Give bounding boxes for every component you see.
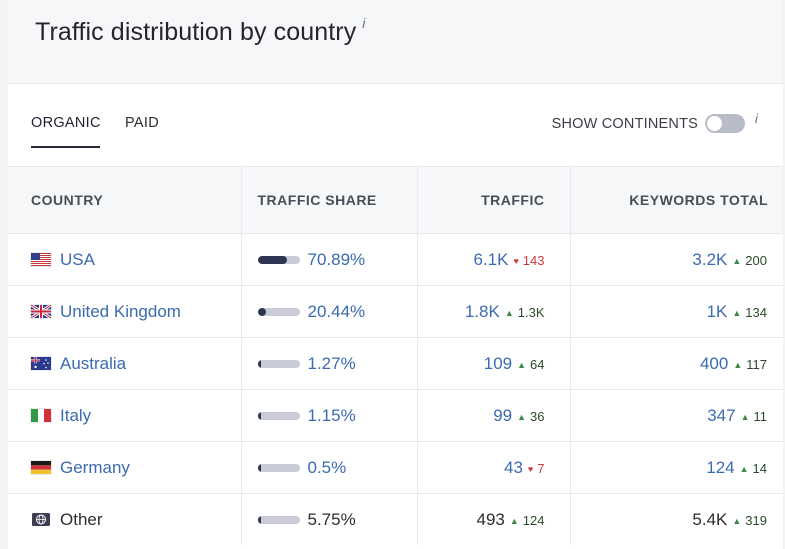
triangle-up-icon: ▲ [732,255,742,266]
triangle-up-icon: ▲ [504,307,514,318]
table-row: Italy 1.15% 99 ▲ 36 347 ▲ 11 [8,389,783,442]
traffic-share-value: 1.27% [307,353,356,373]
show-continents-toggle[interactable] [705,114,745,133]
traffic-share-value: 1.15% [307,405,356,425]
triangle-up-icon: ▲ [732,307,742,318]
column-header-country[interactable]: COUNTRY [8,166,241,234]
keywords-delta: ▲ 319 [732,512,767,528]
uk-flag-icon [31,305,51,318]
column-header-keywords-total[interactable]: KEYWORDS TOTAL [569,166,783,234]
traffic-share-value: 0.5% [307,457,347,477]
table-row: United Kingdom 20.44% 1.8K ▲ 1.3K 1K ▲ 134 [8,285,783,338]
keywords-value[interactable]: 400 [700,354,728,373]
traffic-share-value: 5.75% [307,509,356,529]
keywords-delta: ▲ 14 [739,460,767,476]
traffic-value[interactable]: 6.1K [473,250,508,269]
tab-paid[interactable]: PAID [125,115,159,131]
keywords-delta: ▲ 11 [740,408,767,424]
australia-flag-icon [31,357,51,370]
panel-title: Traffic distribution by country i [35,15,366,47]
traffic-value: 493 [476,509,505,529]
keywords-value[interactable]: 124 [706,458,734,477]
triangle-up-icon: ▲ [739,463,749,474]
keywords-value[interactable]: 3.2K [692,250,727,269]
country-link[interactable]: United Kingdom [60,302,181,322]
table-row: Australia 1.27% 109 ▲ 64 400 ▲ 117 [8,337,783,390]
column-header-traffic[interactable]: TRAFFIC [416,166,570,234]
traffic-delta: ♥ 143 [513,252,545,268]
traffic-value[interactable]: 43 [504,458,523,477]
triangle-up-icon: ▲ [517,411,527,422]
panel-title-text: Traffic distribution by country [35,18,357,46]
italy-flag-icon [31,409,51,422]
traffic-share-bar [257,307,300,316]
country-table-card: ORGANIC PAID SHOW CONTINENTS i COUNTRY T… [8,83,783,549]
heart-down-icon: ♥ [527,463,534,474]
triangle-up-icon: ▲ [509,515,519,526]
triangle-up-icon: ▲ [517,359,527,370]
keywords-delta: ▲ 134 [732,304,767,320]
keywords-delta: ▲ 200 [732,252,767,268]
column-header-traffic-share[interactable]: TRAFFIC SHARE [240,166,417,234]
keywords-value[interactable]: 347 [707,406,735,425]
globe-icon [32,513,50,526]
table-row: USA 70.89% 6.1K ♥ 143 3.2K ▲ 200 [8,233,783,286]
show-continents-label: SHOW CONTINENTS [551,116,698,132]
traffic-value[interactable]: 109 [484,354,512,373]
country-table: COUNTRY TRAFFIC SHARE TRAFFIC KEYWORDS T… [8,166,783,545]
traffic-distribution-panel: Traffic distribution by country i ORGANIC… [8,0,783,549]
country-link[interactable]: Australia [60,354,126,374]
table-row: Other 5.75% 493 ▲ 124 5.4K ▲ 319 [8,493,783,545]
info-icon[interactable]: i [755,111,758,126]
country-link[interactable]: Italy [60,406,91,426]
traffic-value[interactable]: 99 [493,406,512,425]
traffic-delta: ▲ 64 [517,356,545,372]
country-label: Other [60,509,103,529]
country-link[interactable]: USA [60,250,95,270]
us-flag-icon [31,253,51,266]
traffic-delta: ▲ 36 [517,408,545,424]
keywords-delta: ▲ 117 [733,356,767,372]
traffic-delta: ♥ 7 [527,460,545,476]
traffic-delta: ▲ 124 [509,512,545,528]
keywords-value: 5.4K [692,509,728,529]
toggle-knob [707,116,722,131]
traffic-share-bar [257,515,300,524]
country-link[interactable]: Germany [60,458,130,478]
traffic-share-bar [257,411,300,420]
traffic-share-bar [257,359,300,368]
triangle-up-icon: ▲ [732,515,742,526]
germany-flag-icon [31,461,51,474]
keywords-value[interactable]: 1K [707,302,728,321]
traffic-share-value: 70.89% [307,249,366,269]
table-row: Germany 0.5% 43 ♥ 7 124 ▲ 14 [8,441,783,494]
traffic-share-bar [257,255,300,264]
active-tab-indicator [31,146,100,148]
traffic-share-value: 20.44% [307,301,366,321]
info-icon[interactable]: i [362,15,365,31]
tab-organic[interactable]: ORGANIC [31,115,101,131]
triangle-up-icon: ▲ [733,359,743,370]
traffic-delta: ▲ 1.3K [504,304,545,320]
heart-down-icon: ♥ [513,255,519,266]
table-header-row: COUNTRY TRAFFIC SHARE TRAFFIC KEYWORDS T… [8,166,783,234]
triangle-up-icon: ▲ [740,411,750,422]
traffic-share-bar [257,463,300,472]
traffic-value[interactable]: 1.8K [465,302,500,321]
